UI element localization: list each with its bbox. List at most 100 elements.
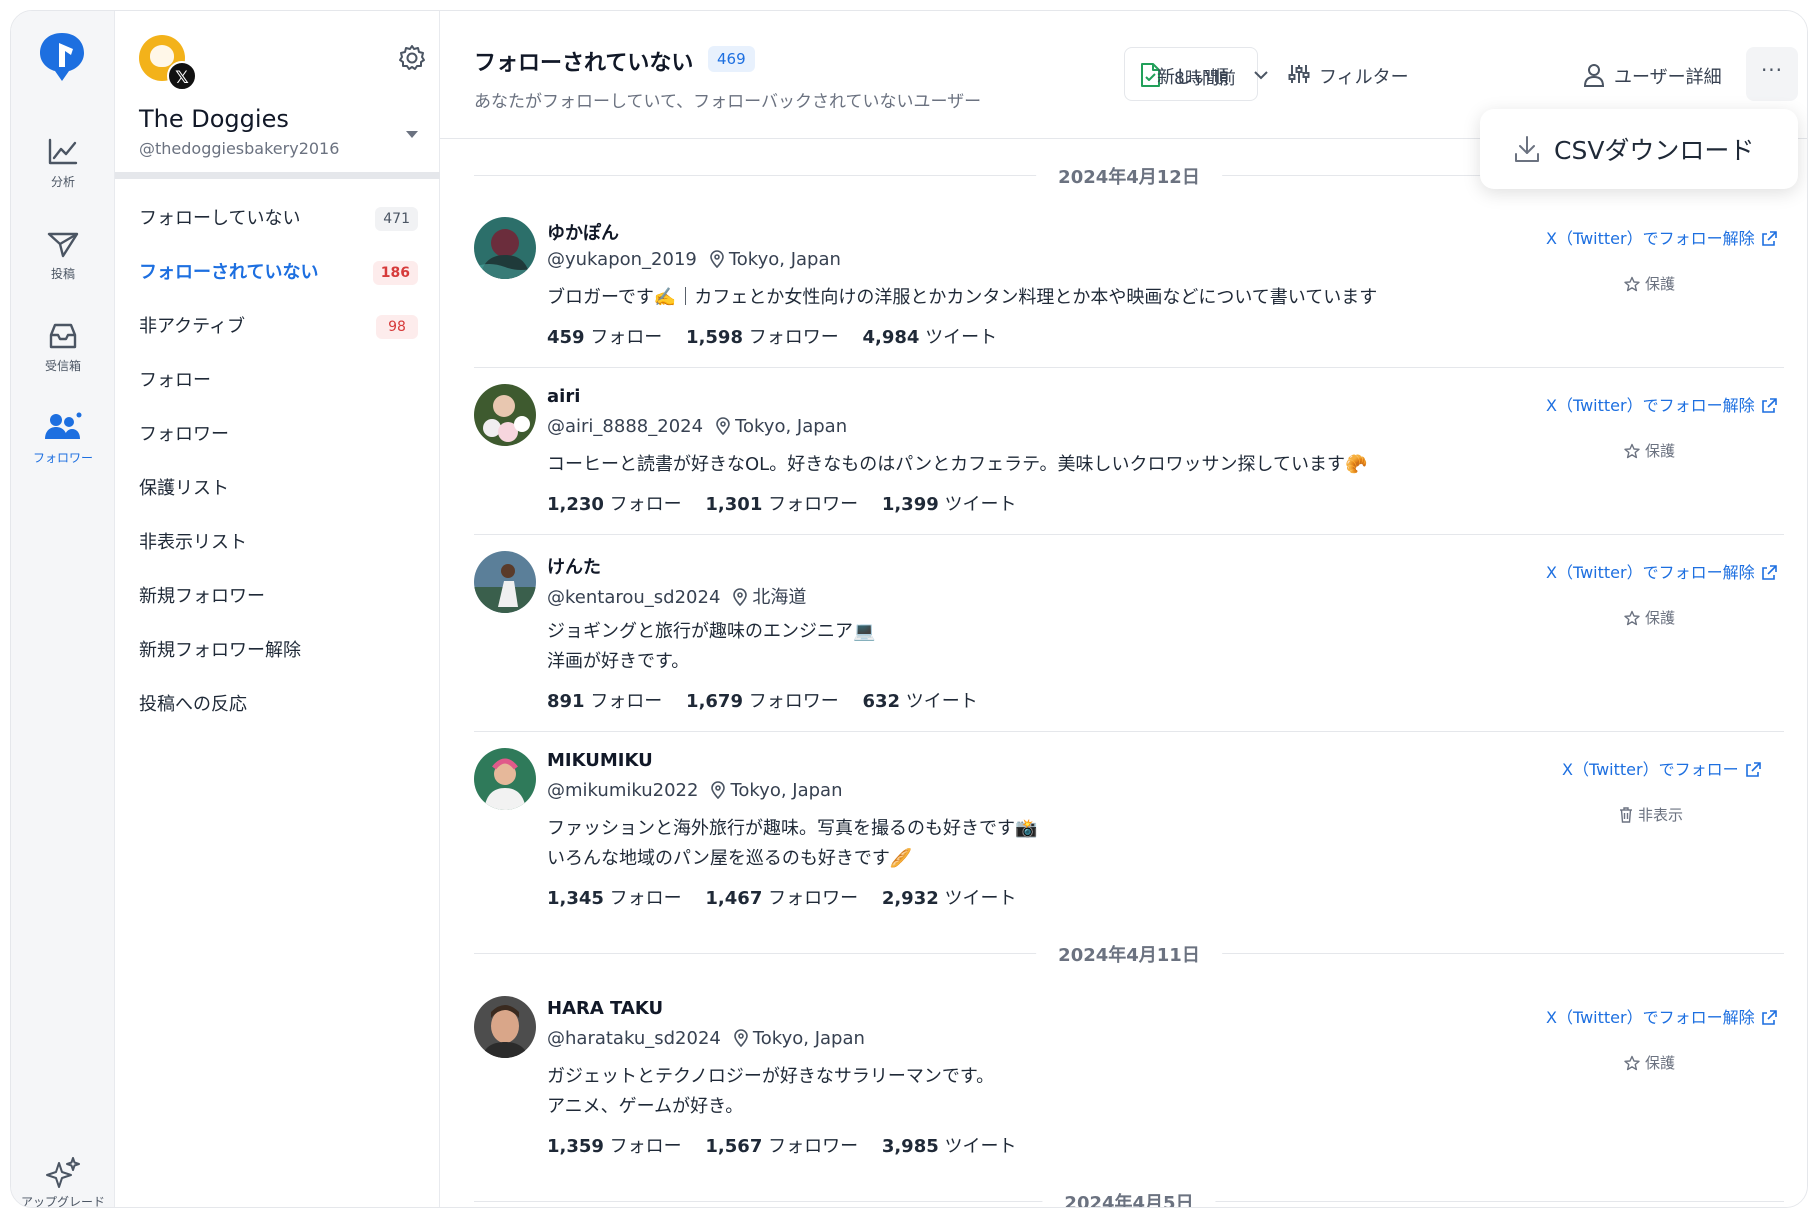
following-label: フォロー xyxy=(609,888,682,909)
tweets-label: ツイート xyxy=(905,691,978,712)
nav-item-protected-list[interactable]: 保護リスト xyxy=(115,473,440,527)
tweets-count: 1,399 xyxy=(881,494,939,515)
protect-button[interactable]: 保護 xyxy=(1624,440,1675,461)
followers-count: 1,679 xyxy=(686,691,743,712)
unfollow-label: X（Twitter）でフォロー解除 xyxy=(1546,396,1755,415)
following-label: フォロー xyxy=(609,1136,682,1157)
follow-link[interactable]: X（Twitter）でフォロー xyxy=(1562,756,1762,780)
protect-label: 保護 xyxy=(1645,442,1676,460)
rail-posts-label: 投稿 xyxy=(50,267,75,281)
trash-icon xyxy=(1620,807,1632,823)
nav-item-followers[interactable]: フォロワー xyxy=(115,419,440,473)
external-link-icon xyxy=(1761,398,1777,413)
user-location: Tokyo, Japan xyxy=(752,1028,865,1049)
user-handle: @airi_8888_2024 xyxy=(547,416,704,437)
row-divider xyxy=(474,367,1784,368)
protect-label: 保護 xyxy=(1645,1054,1676,1072)
following-count: 459 xyxy=(547,327,585,348)
unfollow-link[interactable]: X（Twitter）でフォロー解除 xyxy=(1546,1004,1778,1028)
user-name: MIKUMIKU xyxy=(547,750,653,771)
user-stats: 1,230 フォロー 1,301 フォロワー 1,399 ツイート xyxy=(547,490,1016,516)
user-avatar[interactable] xyxy=(474,217,536,279)
nav-item-hidden-list[interactable]: 非表示リスト xyxy=(115,527,440,581)
sort-label: 新しい順 xyxy=(1157,67,1229,88)
hide-button[interactable]: 非表示 xyxy=(1619,804,1683,825)
send-icon xyxy=(47,232,79,258)
x-platform-icon: 𝕏 xyxy=(167,61,197,91)
user-bio: ファッションと海外旅行が趣味。写真を撮るのも好きです📸 いろんな地域のパン屋を巡… xyxy=(547,814,1037,874)
app-logo[interactable] xyxy=(35,29,89,83)
user-bio-line: いろんな地域のパン屋を巡るのも好きです🥖 xyxy=(547,848,913,869)
more-options-button[interactable]: ··· xyxy=(1746,47,1798,101)
followers-count: 1,301 xyxy=(705,494,763,515)
unfollow-link[interactable]: X（Twitter）でフォロー解除 xyxy=(1546,225,1778,249)
settings-button[interactable] xyxy=(397,43,427,73)
csv-download-menu-item[interactable]: CSVダウンロード xyxy=(1554,131,1754,167)
user-handle: @harataku_sd2024 xyxy=(547,1028,721,1049)
user-avatar[interactable] xyxy=(474,748,536,810)
nav-item-label: 新規フォロワー xyxy=(139,586,265,607)
nav-item-not-following[interactable]: フォローしていない 471 xyxy=(115,203,440,257)
chart-line-icon xyxy=(48,138,78,165)
following-label: フォロー xyxy=(590,691,663,712)
unfollow-link[interactable]: X（Twitter）でフォロー解除 xyxy=(1546,559,1778,583)
rail-upgrade[interactable]: アップグレード xyxy=(11,1155,115,1207)
followers-count: 1,567 xyxy=(705,1136,763,1157)
rail-followers[interactable]: フォロワー xyxy=(11,411,115,466)
followers-count: 1,598 xyxy=(686,327,743,348)
star-icon xyxy=(1624,276,1640,292)
unfollow-link[interactable]: X（Twitter）でフォロー解除 xyxy=(1546,392,1778,416)
user-bio-line: コーヒーと読書が好きなOL。好きなものはパンとカフェラテ。美味しいクロワッサン探… xyxy=(547,454,1368,475)
row-divider xyxy=(474,731,1784,732)
user-handle-line: @harataku_sd2024 Tokyo, Japan xyxy=(547,1028,865,1049)
user-bio: ジョギングと旅行が趣味のエンジニア💻 洋画が好きです。 xyxy=(547,617,875,677)
external-link-icon xyxy=(1761,1010,1777,1025)
account-switcher-caret-icon[interactable] xyxy=(406,131,418,138)
user-bio: ブロガーです✍️｜カフェとか女性向けの洋服とかカンタン料理とか本や映画などについ… xyxy=(547,283,1377,313)
nav-item-following[interactable]: フォロー xyxy=(115,365,440,419)
sliders-icon xyxy=(1288,65,1310,83)
external-link-icon xyxy=(1761,231,1777,246)
tweets-label: ツイート xyxy=(925,327,998,348)
protect-button[interactable]: 保護 xyxy=(1624,273,1675,294)
user-avatar[interactable] xyxy=(474,996,536,1058)
unfollow-label: X（Twitter）でフォロー解除 xyxy=(1546,229,1755,248)
following-count: 1,359 xyxy=(547,1136,604,1157)
nav-count-badge: 186 xyxy=(372,261,418,285)
main-panel: フォローされていない 469 あなたがフォローしていて、フォローバックされていな… xyxy=(440,11,1807,1207)
account-name: The Doggies xyxy=(139,105,289,133)
nav-item-post-reactions[interactable]: 投稿への反応 xyxy=(115,689,440,743)
tweets-count: 2,932 xyxy=(881,888,939,909)
rail-inbox[interactable]: 受信箱 xyxy=(11,321,115,374)
user-location: Tokyo, Japan xyxy=(730,780,843,801)
nav-item-inactive[interactable]: 非アクティブ 98 xyxy=(115,311,440,365)
user-name: HARA TAKU xyxy=(547,998,664,1019)
user-bio-line: ジョギングと旅行が趣味のエンジニア💻 xyxy=(547,621,876,642)
tweets-count: 4,984 xyxy=(862,327,920,348)
user-location: Tokyo, Japan xyxy=(728,249,841,270)
protect-button[interactable]: 保護 xyxy=(1624,1052,1675,1073)
protect-label: 保護 xyxy=(1645,609,1676,627)
nav-item-new-unfollowers[interactable]: 新規フォロワー解除 xyxy=(115,635,440,689)
rail-followers-label: フォロワー xyxy=(32,451,93,465)
date-label: 2024年4月5日 xyxy=(1042,1189,1216,1207)
date-label: 2024年4月12日 xyxy=(1036,163,1222,189)
sort-dropdown[interactable]: 新しい順 xyxy=(1157,63,1268,89)
following-label: フォロー xyxy=(609,494,682,515)
user-avatar[interactable] xyxy=(474,551,536,613)
rail-analytics[interactable]: 分析 xyxy=(11,137,115,190)
row-divider xyxy=(474,534,1784,535)
unfollow-label: X（Twitter）でフォロー解除 xyxy=(1546,1008,1755,1027)
rail-posts[interactable]: 投稿 xyxy=(11,229,115,282)
nav-item-label: フォロワー xyxy=(139,424,229,445)
tweets-label: ツイート xyxy=(944,1136,1017,1157)
dog-logo-icon xyxy=(150,45,174,67)
following-count: 1,345 xyxy=(547,888,604,909)
nav-item-not-followed-back[interactable]: フォローされていない 186 xyxy=(115,257,440,311)
nav-item-new-followers[interactable]: 新規フォロワー xyxy=(115,581,440,635)
star-icon xyxy=(1624,610,1640,626)
protect-button[interactable]: 保護 xyxy=(1624,607,1675,628)
following-count: 891 xyxy=(547,691,585,712)
download-icon xyxy=(1515,136,1539,162)
user-avatar[interactable] xyxy=(474,384,536,446)
